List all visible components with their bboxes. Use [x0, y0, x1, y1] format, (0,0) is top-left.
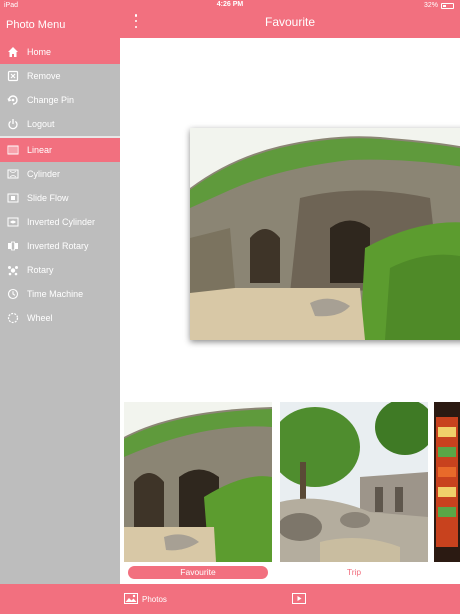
clock: 4:26 PM	[216, 1, 244, 8]
rotary-icon	[6, 264, 19, 277]
album-card-trip[interactable]: Trip	[280, 402, 428, 579]
linear-icon	[6, 144, 19, 157]
main-content: Favourite Favourite Trip	[120, 0, 460, 584]
album-thumbnail[interactable]	[280, 402, 428, 562]
side-menu: Photo Menu Home Remove Change Pin Logout…	[0, 0, 120, 584]
sidebar-item-label: Home	[27, 47, 52, 57]
album-strip: Favourite Trip	[120, 396, 460, 584]
pin-icon	[6, 94, 19, 107]
wheel-icon	[6, 312, 19, 325]
home-icon	[6, 46, 19, 59]
slide-flow-icon	[6, 192, 19, 205]
sidebar-item-slide-flow[interactable]: Slide Flow	[0, 186, 120, 210]
sidebar-item-remove[interactable]: Remove	[0, 64, 120, 88]
slideshow-icon	[292, 593, 306, 606]
sidebar-item-home[interactable]: Home	[0, 40, 120, 64]
photos-icon	[124, 593, 138, 606]
sidebar-item-cylinder[interactable]: Cylinder	[0, 162, 120, 186]
sidebar-item-label: Remove	[27, 71, 61, 81]
power-icon	[6, 118, 19, 131]
sidebar-item-label: Rotary	[27, 265, 54, 275]
sidebar-item-logout[interactable]: Logout	[0, 112, 120, 136]
sidebar-item-wheel[interactable]: Wheel	[0, 306, 120, 330]
album-card-favourite[interactable]: Favourite	[124, 402, 272, 579]
inverted-cylinder-icon	[6, 216, 19, 229]
sidebar-item-linear[interactable]: Linear	[0, 138, 120, 162]
sidebar-item-rotary[interactable]: Rotary	[0, 258, 120, 282]
sidebar-item-label: Linear	[27, 145, 53, 155]
battery-percentage: 32%	[423, 2, 438, 9]
battery-indicator: 32%	[424, 2, 454, 9]
sidebar-item-label: Inverted Rotary	[27, 241, 89, 251]
battery-icon	[441, 2, 454, 9]
page-title: Favourite	[264, 15, 316, 29]
sidebar-item-label: Inverted Cylinder	[27, 217, 96, 227]
sidebar-item-inverted-cylinder[interactable]: Inverted Cylinder	[0, 210, 120, 234]
inverted-rotary-icon	[6, 240, 19, 253]
tab-bar: Photos	[0, 584, 460, 614]
tab-photos[interactable]: Photos	[124, 593, 167, 606]
sidebar-item-label: Wheel	[27, 313, 53, 323]
sidebar-item-label: Time Machine	[27, 289, 84, 299]
time-machine-icon	[6, 288, 19, 301]
sidebar-item-change-pin[interactable]: Change Pin	[0, 88, 120, 112]
sidebar-item-label: Logout	[27, 119, 55, 129]
album-card-partial[interactable]	[434, 402, 460, 579]
sidebar-item-label: Cylinder	[27, 169, 61, 179]
tab-slideshow[interactable]	[292, 593, 306, 606]
sidebar-item-time-machine[interactable]: Time Machine	[0, 282, 120, 306]
sidebar-item-label: Slide Flow	[27, 193, 69, 203]
featured-photo[interactable]	[190, 128, 460, 340]
sidebar-item-label: Change Pin	[27, 95, 75, 105]
album-label: Favourite	[128, 566, 268, 579]
cylinder-icon	[6, 168, 19, 181]
status-bar: iPad 4:26 PM 32%	[0, 0, 460, 12]
album-label	[434, 566, 460, 579]
remove-icon	[6, 70, 19, 83]
album-thumbnail[interactable]	[434, 402, 460, 562]
album-label: Trip	[346, 567, 362, 577]
album-thumbnail[interactable]	[124, 402, 272, 562]
sidebar-item-inverted-rotary[interactable]: Inverted Rotary	[0, 234, 120, 258]
tab-photos-label: Photos	[142, 595, 167, 604]
